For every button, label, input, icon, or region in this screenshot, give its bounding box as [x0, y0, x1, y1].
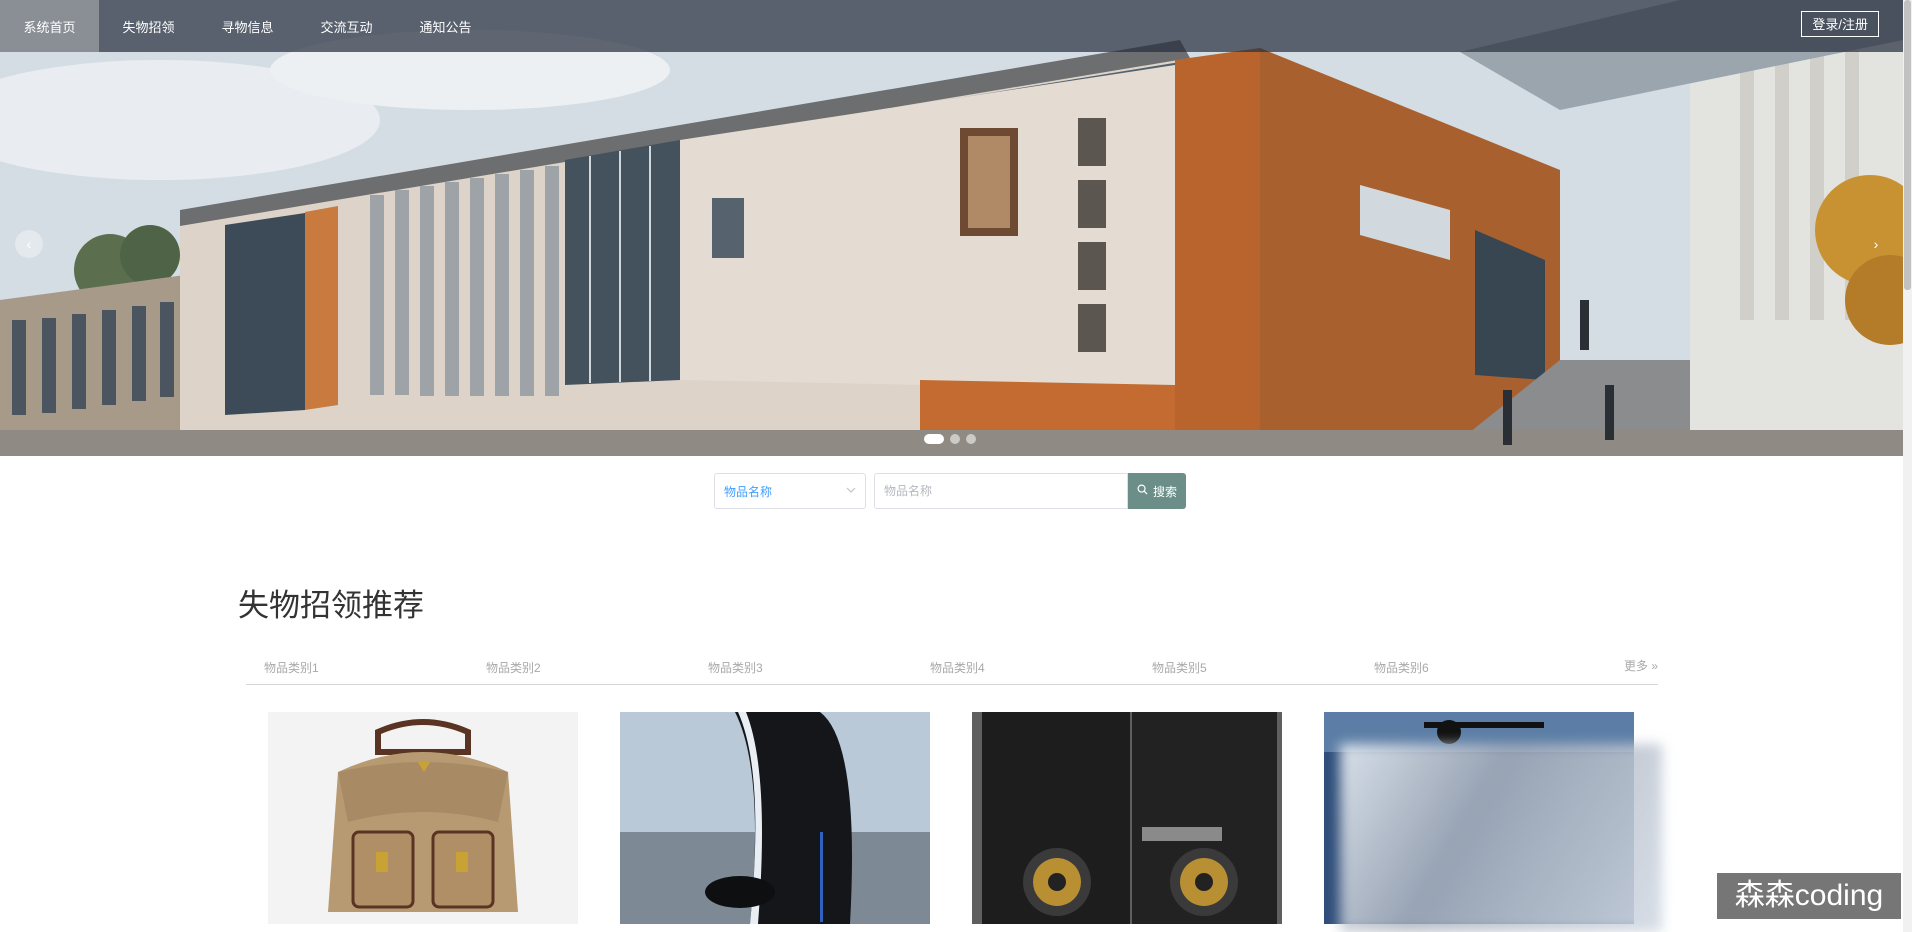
- search-button-label: 搜索: [1152, 484, 1177, 499]
- product-card[interactable]: [972, 712, 1282, 924]
- chevron-down-icon: [846, 484, 856, 498]
- search-field-select[interactable]: 物品名称: [714, 473, 866, 509]
- category-tab[interactable]: 物品类别1: [264, 659, 319, 676]
- nav-item-lost-found[interactable]: 失物招领: [99, 0, 198, 52]
- category-tab[interactable]: 物品类别5: [1152, 659, 1207, 676]
- category-tab[interactable]: 物品类别4: [930, 659, 985, 676]
- search-input[interactable]: [874, 473, 1128, 509]
- search-bar: 物品名称 搜索: [714, 473, 1186, 509]
- carousel-prev-button[interactable]: ‹: [15, 230, 43, 258]
- nav-item-announcements[interactable]: 通知公告: [396, 0, 495, 52]
- product-image-backpack: [268, 712, 578, 924]
- banner-image: [0, 0, 1903, 456]
- page-scrollbar[interactable]: [1903, 0, 1912, 932]
- nav-item-search-items[interactable]: 寻物信息: [198, 0, 297, 52]
- category-tab[interactable]: 物品类别6: [1374, 659, 1429, 676]
- nav-item-forum[interactable]: 交流互动: [297, 0, 396, 52]
- carousel-dot[interactable]: [924, 434, 944, 444]
- scrollbar-thumb[interactable]: [1904, 0, 1911, 290]
- carousel-dot[interactable]: [966, 434, 976, 444]
- carousel-dot[interactable]: [950, 434, 960, 444]
- nav-item-home[interactable]: 系统首页: [0, 0, 99, 52]
- blurred-overlay: [1340, 744, 1662, 932]
- chevron-right-icon: ›: [1873, 236, 1879, 252]
- product-card[interactable]: [268, 712, 578, 924]
- category-tab[interactable]: 物品类别3: [708, 659, 763, 676]
- chevron-left-icon: ‹: [26, 236, 32, 252]
- watermark: 森森coding: [1717, 873, 1901, 919]
- login-register-button[interactable]: 登录/注册: [1801, 11, 1879, 37]
- search-button[interactable]: 搜索: [1128, 473, 1186, 509]
- select-value: 物品名称: [724, 484, 773, 499]
- carousel-indicators: [924, 434, 976, 444]
- search-icon: [1137, 484, 1148, 498]
- more-link[interactable]: 更多 »: [1624, 657, 1658, 674]
- carousel-next-button[interactable]: ›: [1862, 230, 1890, 258]
- product-card[interactable]: [620, 712, 930, 924]
- product-image-speakers: [972, 712, 1282, 924]
- product-image-game-console: [620, 712, 930, 924]
- top-nav: 系统首页 失物招领 寻物信息 交流互动 通知公告 登录/注册: [0, 0, 1903, 52]
- category-tabs: 物品类别1 物品类别2 物品类别3 物品类别4 物品类别5 物品类别6 更多 »: [246, 655, 1658, 685]
- category-tab[interactable]: 物品类别2: [486, 659, 541, 676]
- section-title: 失物招领推荐: [238, 588, 424, 623]
- banner-carousel[interactable]: ‹ ›: [0, 0, 1903, 456]
